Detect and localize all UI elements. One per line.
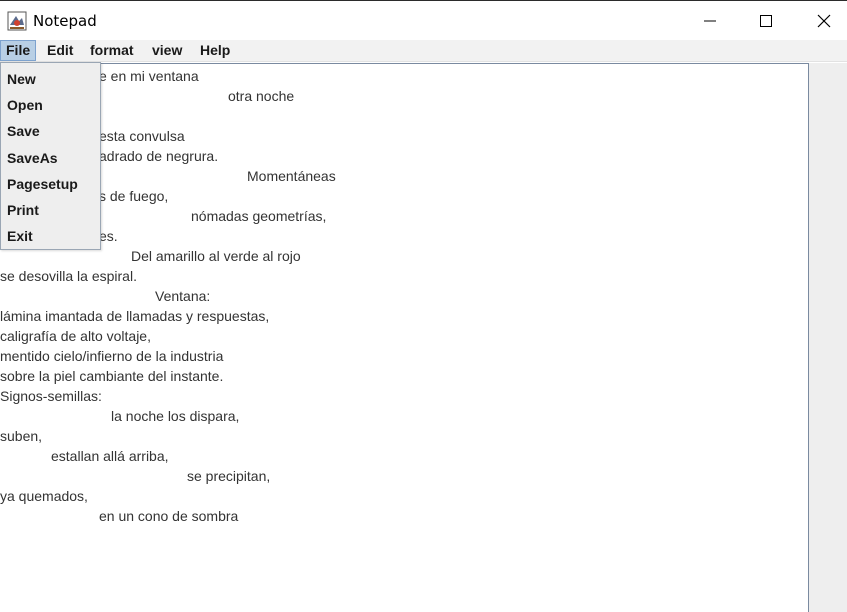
text-line: adrado de negrura. [99,148,219,164]
close-button[interactable] [795,1,847,40]
text-line: nómadas geometrías, [191,208,327,224]
text-line: suben, [0,428,43,444]
text-line: e en mi ventana [99,68,199,84]
text-line: Signos-semillas: [0,388,102,404]
text-line: la noche los dispara, [111,408,240,424]
minimize-icon [704,20,716,21]
window-title: Notepad [33,12,97,30]
file-menu-dropdown: New Open Save SaveAs Pagesetup Print Exi… [0,62,101,250]
maximize-icon [760,14,772,27]
text-line: se precipitan, [187,468,271,484]
menu-item-save[interactable]: Save [7,121,40,141]
text-line: sobre la piel cambiante del instante. [0,368,224,384]
title-bar[interactable]: Notepad [0,0,847,40]
notepad-window: Notepad File Edit format view Help e en … [0,0,847,612]
text-line: es. [99,228,118,244]
text-line: se desovilla la espiral. [0,268,137,284]
menu-item-pagesetup[interactable]: Pagesetup [7,174,78,194]
text-line: Ventana: [155,288,211,304]
text-editor-area[interactable]: e en mi ventana otra noche esta convulsa… [0,63,809,612]
text-line: Momentáneas [247,168,336,184]
text-line: esta convulsa [99,128,185,144]
java-app-icon [7,11,27,31]
text-line: caligrafía de alto voltaje, [0,328,151,344]
menu-item-print[interactable]: Print [7,200,39,220]
menu-item-saveas[interactable]: SaveAs [7,148,58,168]
text-line: otra noche [228,88,295,104]
menu-file[interactable]: File [0,40,37,61]
text-line: ya quemados, [0,488,88,504]
close-icon [817,14,831,27]
maximize-button[interactable] [737,1,795,40]
menu-item-new[interactable]: New [7,69,36,89]
menu-view[interactable]: view [147,40,187,61]
text-line: s de fuego, [99,188,169,204]
text-line: estallan allá arriba, [51,448,169,464]
menu-item-exit[interactable]: Exit [7,226,33,246]
vertical-scroll-area[interactable] [809,63,847,612]
menu-item-open[interactable]: Open [7,95,43,115]
menu-help[interactable]: Help [195,40,235,61]
text-line: en un cono de sombra [99,508,239,524]
text-line: lámina imantada de llamadas y respuestas… [0,308,270,324]
minimize-button[interactable] [681,1,739,40]
menu-bar: File Edit format view Help [0,40,847,62]
text-line: Del amarillo al verde al rojo [131,248,301,264]
menu-edit[interactable]: Edit [42,40,78,61]
text-line: mentido cielo/infierno de la industria [0,348,224,364]
menu-format[interactable]: format [85,40,139,61]
